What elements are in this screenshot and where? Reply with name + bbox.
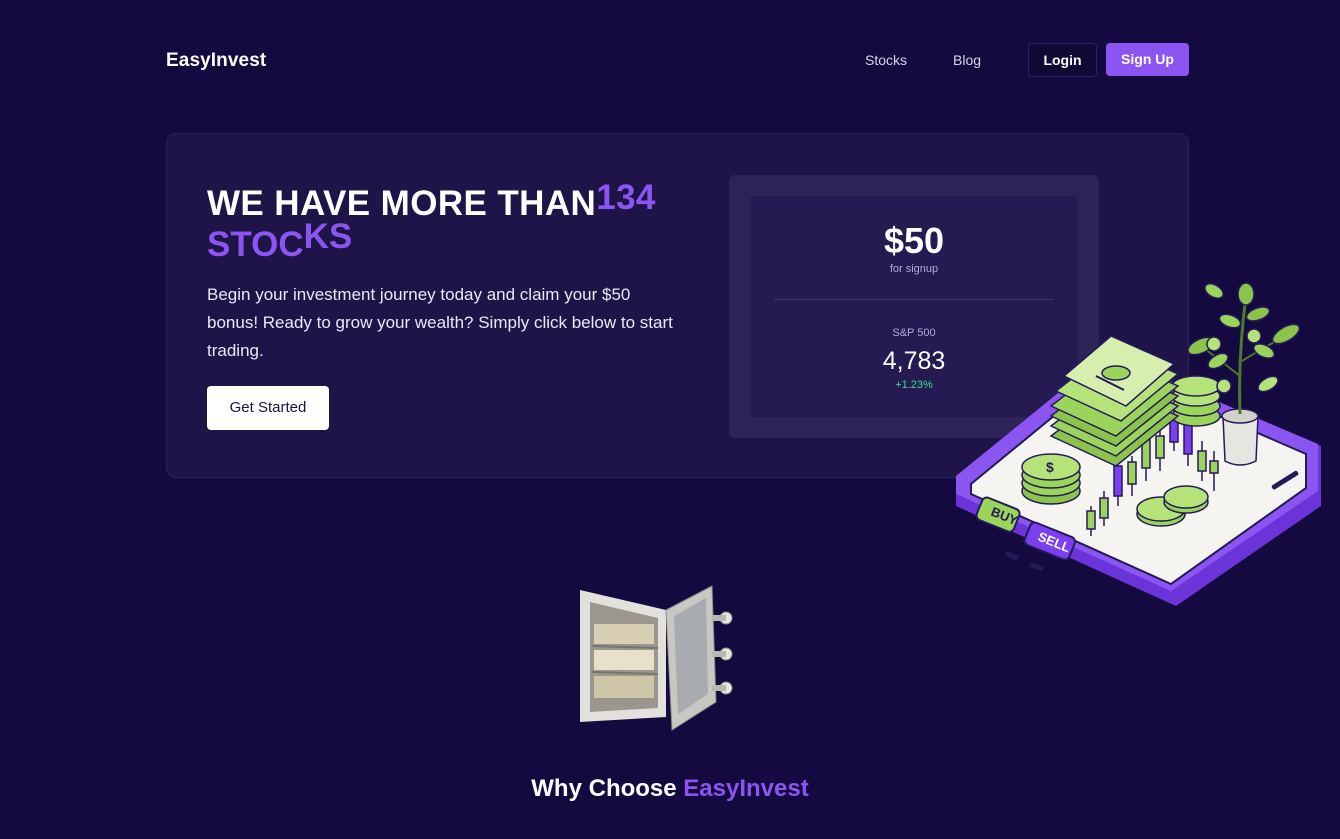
- why-choose-heading: Why Choose EasyInvest: [0, 775, 1340, 803]
- vault-safe-illustration: [580, 585, 733, 731]
- stock-count: 134: [596, 178, 656, 217]
- headline-line-1: WE HAVE MORE THAN134: [207, 178, 727, 224]
- signup-button[interactable]: Sign Up: [1106, 43, 1189, 76]
- get-started-button[interactable]: Get Started: [207, 386, 329, 430]
- headline-suffix-part-2: KS: [303, 217, 353, 256]
- signup-bonus-amount: $50: [883, 220, 945, 261]
- nav-link-blog[interactable]: Blog: [953, 52, 981, 68]
- headline-suffix-part-1: STOC: [207, 225, 304, 264]
- nav-link-stocks[interactable]: Stocks: [865, 52, 907, 68]
- top-navigation: EasyInvest Stocks Blog Login Sign Up: [0, 0, 1340, 120]
- login-button[interactable]: Login: [1028, 43, 1097, 77]
- brand-logo[interactable]: EasyInvest: [166, 50, 266, 72]
- safe-door: [665, 585, 733, 731]
- headline-line-2: STOCKS: [207, 219, 727, 263]
- why-choose-brand: EasyInvest: [683, 775, 809, 802]
- hero-headline: WE HAVE MORE THAN134 STOCKS: [207, 178, 727, 263]
- hero-description: Begin your investment journey today and …: [207, 285, 673, 360]
- phone-trading-illustration: BUY SELL $: [956, 282, 1321, 606]
- coin-symbol: $: [1046, 459, 1054, 475]
- why-choose-prefix: Why Choose: [531, 775, 677, 802]
- headline-prefix: WE HAVE MORE THAN: [207, 184, 597, 223]
- safe-body: [580, 590, 666, 722]
